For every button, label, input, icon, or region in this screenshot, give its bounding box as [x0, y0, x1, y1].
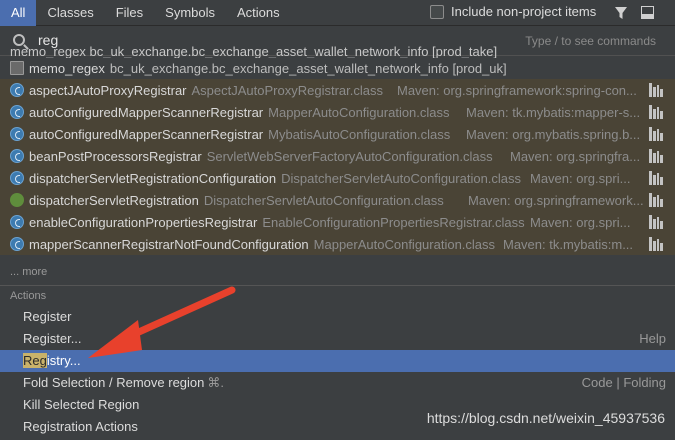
library-icon — [649, 127, 663, 141]
result-location: Maven: tk.mybatis:mapper-s... — [462, 104, 645, 120]
action-register-dialog[interactable]: Register... Help — [0, 328, 675, 350]
include-label: Include non-project items — [451, 4, 597, 19]
section-divider — [0, 285, 675, 286]
result-context: bc_uk_exchange.bc_exchange_asset_wallet_… — [109, 60, 507, 76]
tab-symbols[interactable]: Symbols — [154, 0, 226, 26]
result-location: Maven: org.springfra... — [506, 148, 645, 164]
result-name: enableConfigurationPropertiesRegistrar — [29, 214, 258, 230]
result-location: Maven: org.springframework... — [464, 192, 645, 208]
action-label: Fold Selection / Remove region — [23, 375, 205, 390]
class-icon — [10, 215, 24, 229]
result-name: beanPostProcessorsRegistrar — [29, 148, 202, 164]
library-icon — [649, 237, 663, 251]
result-context: DispatcherServletAutoConfiguration.class — [203, 192, 444, 208]
result-context: DispatcherServletAutoConfiguration.class — [281, 170, 522, 186]
result-location: Maven: org.mybatis.spring.b... — [462, 126, 645, 142]
class-icon — [10, 149, 24, 163]
partial-row-text: memo_regex bc_uk_exchange.bc_exchange_as… — [10, 44, 498, 58]
result-name: mapperScannerRegistrarNotFoundConfigurat… — [29, 236, 309, 252]
watermark: https://blog.csdn.net/weixin_45937536 — [426, 410, 665, 426]
action-register[interactable]: Register — [0, 306, 675, 328]
class-icon — [10, 127, 24, 141]
tab-classes[interactable]: Classes — [36, 0, 104, 26]
results-list: memo_regex bc_uk_exchange.bc_exchange_as… — [0, 44, 675, 255]
list-item-partial[interactable]: memo_regex bc_uk_exchange.bc_exchange_as… — [0, 44, 675, 58]
result-location: Maven: org.springframework:spring-con... — [393, 82, 645, 98]
filter-icon[interactable] — [614, 6, 628, 20]
result-location: Maven: tk.mybatis:m... — [499, 236, 645, 252]
library-icon — [649, 149, 663, 163]
list-item[interactable]: aspectJAutoProxyRegistrar AspectJAutoProx… — [0, 79, 675, 101]
action-group: Code | Folding — [581, 375, 666, 390]
actions-section-header: Actions — [10, 290, 47, 302]
list-item[interactable]: autoConfiguredMapperScannerRegistrar Mapp… — [0, 101, 675, 123]
library-icon — [649, 105, 663, 119]
match-highlight: Reg — [23, 353, 47, 368]
result-name: dispatcherServletRegistration — [29, 192, 199, 208]
class-icon — [10, 105, 24, 119]
result-context: EnableConfigurationPropertiesRegistrar.c… — [262, 214, 525, 230]
result-name: memo_regex — [29, 60, 105, 76]
action-shortcut: ⌘. — [207, 375, 224, 390]
result-location: Maven: org.spri... — [526, 214, 645, 230]
list-item[interactable]: mapperScannerRegistrarNotFoundConfigurat… — [0, 233, 675, 255]
result-context: MapperAutoConfiguration.class — [313, 236, 496, 252]
tab-files[interactable]: Files — [105, 0, 154, 26]
list-item[interactable]: autoConfiguredMapperScannerRegistrar Myba… — [0, 123, 675, 145]
action-label: Register... — [23, 331, 82, 346]
action-registry[interactable]: Registry... — [0, 350, 675, 372]
table-icon — [10, 61, 24, 75]
result-context: AspectJAutoProxyRegistrar.class — [191, 82, 383, 98]
class-icon — [10, 83, 24, 97]
result-name: autoConfiguredMapperScannerRegistrar — [29, 126, 264, 142]
tab-all[interactable]: All — [0, 0, 37, 26]
library-icon — [649, 193, 663, 207]
result-context: MybatisAutoConfiguration.class — [268, 126, 451, 142]
list-item-table[interactable]: memo_regex bc_uk_exchange.bc_exchange_as… — [0, 57, 675, 79]
leaf-icon — [10, 193, 24, 207]
action-label: Registration Actions — [23, 419, 138, 434]
action-label: Kill Selected Region — [23, 397, 140, 412]
result-location: Maven: org.spri... — [526, 170, 645, 186]
list-item[interactable]: enableConfigurationPropertiesRegistrar En… — [0, 211, 675, 233]
include-non-project-toggle[interactable]: Include non-project items — [430, 4, 596, 19]
action-fold-selection[interactable]: Fold Selection / Remove region ⌘. Code | … — [0, 372, 675, 394]
result-name: dispatcherServletRegistrationConfigurati… — [29, 170, 277, 186]
class-icon — [10, 171, 24, 185]
list-item[interactable]: dispatcherServletRegistrationConfigurati… — [0, 167, 675, 189]
class-icon — [10, 237, 24, 251]
library-icon — [649, 171, 663, 185]
action-label: Register — [23, 309, 72, 324]
result-context: ServletWebServerFactoryAutoConfiguration… — [206, 148, 493, 164]
action-label: istry... — [46, 353, 81, 368]
result-name: autoConfiguredMapperScannerRegistrar — [29, 104, 264, 120]
tab-actions[interactable]: Actions — [226, 0, 291, 26]
list-item[interactable]: dispatcherServletRegistration DispatcherS… — [0, 189, 675, 211]
library-icon — [649, 215, 663, 229]
library-icon — [649, 83, 663, 97]
list-item[interactable]: beanPostProcessorsRegistrar ServletWebSer… — [0, 145, 675, 167]
result-context: MapperAutoConfiguration.class — [268, 104, 450, 120]
more-link[interactable]: ... more — [10, 266, 47, 278]
result-name: aspectJAutoProxyRegistrar — [29, 82, 187, 98]
tab-bar: All Classes Files Symbols Actions Includ… — [0, 0, 675, 26]
action-group: Help — [639, 331, 666, 346]
include-checkbox[interactable] — [430, 4, 444, 19]
pin-window-icon[interactable] — [641, 6, 654, 19]
